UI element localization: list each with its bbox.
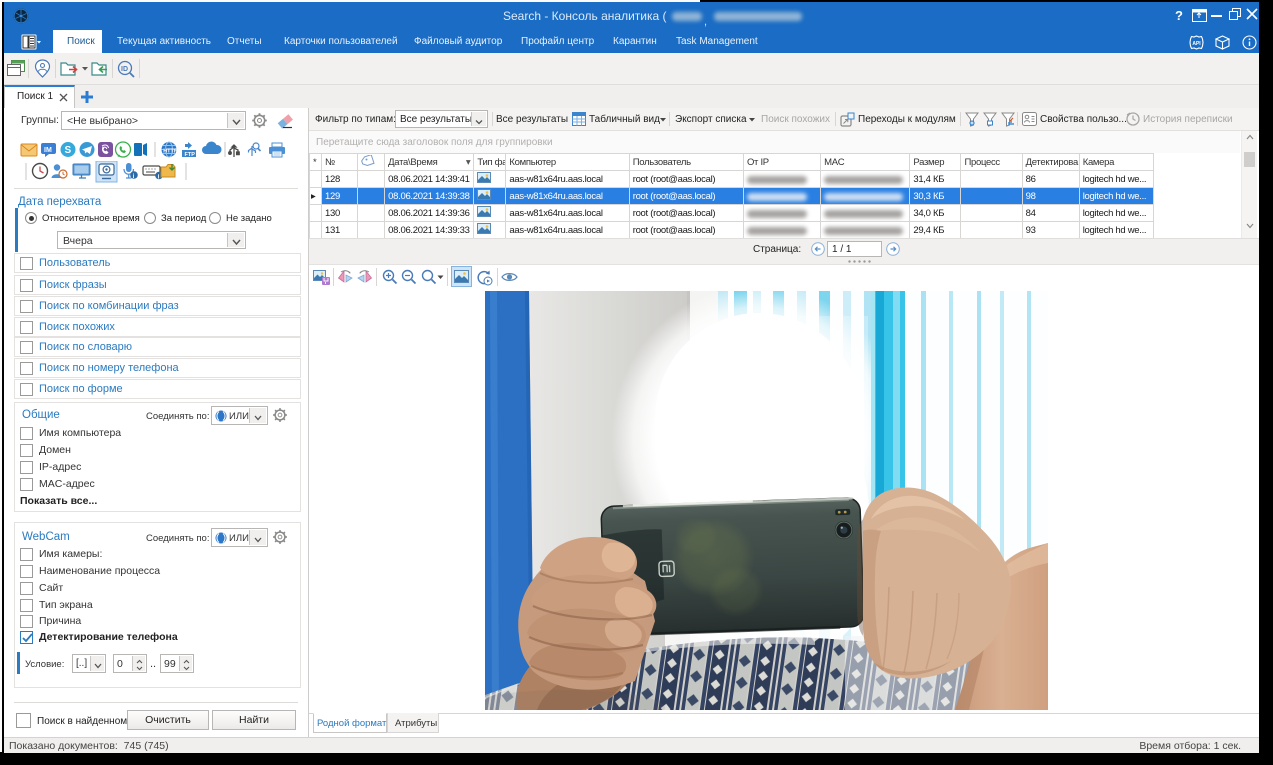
svg-text:S: S	[65, 145, 72, 156]
svg-text:FTP: FTP	[185, 152, 196, 158]
svg-text:IM: IM	[44, 147, 52, 154]
svg-text:ID: ID	[121, 66, 128, 73]
svg-text:HTTP: HTTP	[163, 148, 178, 154]
svg-text:API: API	[1192, 41, 1201, 47]
